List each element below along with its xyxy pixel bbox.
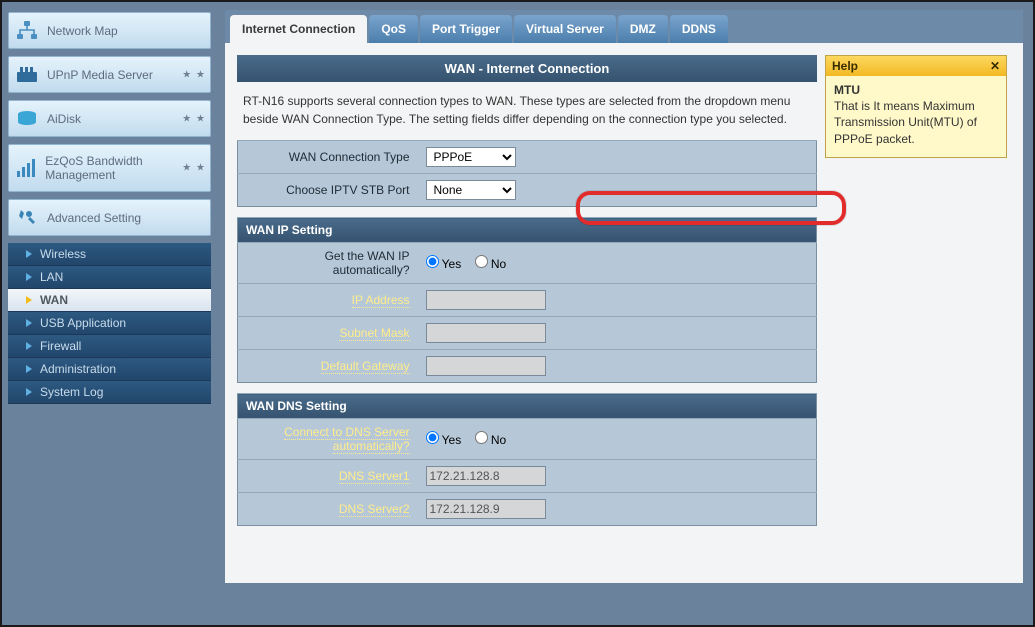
bandwidth-icon	[15, 156, 37, 180]
help-box: Help ✕ MTU That is It means Maximum Tran…	[825, 55, 1007, 158]
sidebar-item-aidisk[interactable]: AiDisk ★ ★	[8, 100, 211, 137]
get-wan-ip-label: Get the WAN IP automatically?	[325, 249, 410, 277]
submenu-label: Firewall	[40, 339, 81, 353]
ip-address-input	[426, 290, 546, 310]
chevron-right-icon	[26, 365, 32, 373]
submenu-label: System Log	[40, 385, 103, 399]
tab-internet-connection[interactable]: Internet Connection	[230, 15, 367, 43]
media-server-icon	[15, 63, 39, 87]
sidebar-item-label: Network Map	[47, 24, 118, 38]
radio-yes-label: Yes	[442, 257, 462, 271]
connection-type-table: WAN Connection Type PPPoE Choose IPTV ST…	[237, 140, 817, 207]
submenu-label: WAN	[40, 293, 68, 307]
sidebar-item-upnp[interactable]: UPnP Media Server ★ ★	[8, 56, 211, 93]
chevron-right-icon	[26, 319, 32, 327]
page-description: RT-N16 supports several connection types…	[237, 82, 817, 140]
dns-server1-input	[426, 466, 546, 486]
submenu-wireless[interactable]: Wireless	[8, 243, 211, 266]
star-indicator-icon: ★ ★	[182, 69, 206, 80]
subnet-mask-label[interactable]: Subnet Mask	[339, 326, 409, 341]
sidebar: Network Map UPnP Media Server ★ ★ AiDisk…	[2, 2, 217, 625]
help-body-text: That is It means Maximum Transmission Un…	[834, 99, 977, 145]
iptv-port-label: Choose IPTV STB Port	[286, 183, 409, 197]
dns-server1-label[interactable]: DNS Server1	[339, 469, 410, 484]
star-indicator-icon: ★ ★	[182, 113, 206, 124]
submenu-usb-application[interactable]: USB Application	[8, 312, 211, 335]
dns-server2-label[interactable]: DNS Server2	[339, 502, 410, 517]
tab-strip: Internet Connection QoS Port Trigger Vir…	[225, 10, 1023, 43]
chevron-right-icon	[26, 388, 32, 396]
dns-server2-input	[426, 499, 546, 519]
chevron-right-icon	[26, 296, 32, 304]
wan-ip-table: WAN IP Setting Get the WAN IP automatica…	[237, 217, 817, 383]
submenu-label: LAN	[40, 270, 63, 284]
ip-address-label[interactable]: IP Address	[352, 293, 410, 308]
tab-qos[interactable]: QoS	[369, 15, 418, 43]
dns-auto-no[interactable]	[475, 431, 488, 444]
sidebar-item-label: Advanced Setting	[47, 211, 141, 225]
chevron-right-icon	[26, 250, 32, 258]
aidisk-icon	[15, 107, 39, 131]
get-wan-ip-no[interactable]	[475, 255, 488, 268]
tab-virtual-server[interactable]: Virtual Server	[514, 15, 616, 43]
radio-yes-label: Yes	[442, 433, 462, 447]
subnet-mask-input	[426, 323, 546, 343]
radio-no-label: No	[491, 433, 506, 447]
submenu-administration[interactable]: Administration	[8, 358, 211, 381]
sidebar-item-label: UPnP Media Server	[47, 68, 153, 82]
dns-auto-label[interactable]: Connect to DNS Server automatically?	[284, 425, 409, 454]
sidebar-item-network-map[interactable]: Network Map	[8, 12, 211, 49]
default-gateway-input	[426, 356, 546, 376]
sidebar-item-advanced[interactable]: Advanced Setting	[8, 199, 211, 236]
chevron-right-icon	[26, 273, 32, 281]
main-area: Internet Connection QoS Port Trigger Vir…	[217, 2, 1033, 625]
submenu-label: Administration	[40, 362, 116, 376]
star-indicator-icon: ★ ★	[182, 163, 206, 174]
tab-dmz[interactable]: DMZ	[618, 15, 668, 43]
sidebar-item-label: EzQoS Bandwidth Management	[45, 154, 204, 183]
wan-conn-type-select[interactable]: PPPoE	[426, 147, 516, 167]
get-wan-ip-yes[interactable]	[426, 255, 439, 268]
submenu-lan[interactable]: LAN	[8, 266, 211, 289]
tab-port-trigger[interactable]: Port Trigger	[420, 15, 512, 43]
submenu-firewall[interactable]: Firewall	[8, 335, 211, 358]
wan-dns-table: WAN DNS Setting Connect to DNS Server au…	[237, 393, 817, 526]
submenu-wan[interactable]: WAN	[8, 289, 211, 312]
default-gateway-label[interactable]: Default Gateway	[321, 359, 410, 374]
iptv-port-select[interactable]: None	[426, 180, 516, 200]
dns-auto-yes[interactable]	[426, 431, 439, 444]
wan-ip-section-head: WAN IP Setting	[238, 218, 817, 243]
help-title: MTU	[834, 83, 860, 97]
page-title: WAN - Internet Connection	[237, 55, 817, 82]
submenu-system-log[interactable]: System Log	[8, 381, 211, 404]
wan-conn-type-label: WAN Connection Type	[289, 150, 410, 164]
sidebar-submenu: Wireless LAN WAN USB Application Firewal…	[8, 243, 211, 404]
help-head-label: Help	[832, 59, 858, 73]
tab-ddns[interactable]: DDNS	[670, 15, 728, 43]
close-icon[interactable]: ✕	[990, 59, 1000, 73]
chevron-right-icon	[26, 342, 32, 350]
network-map-icon	[15, 19, 39, 43]
submenu-label: USB Application	[40, 316, 126, 330]
submenu-label: Wireless	[40, 247, 86, 261]
tools-icon	[15, 206, 39, 230]
sidebar-item-label: AiDisk	[47, 112, 81, 126]
sidebar-item-ezqos[interactable]: EzQoS Bandwidth Management ★ ★	[8, 144, 211, 192]
wan-dns-section-head: WAN DNS Setting	[238, 394, 817, 419]
radio-no-label: No	[491, 257, 506, 271]
